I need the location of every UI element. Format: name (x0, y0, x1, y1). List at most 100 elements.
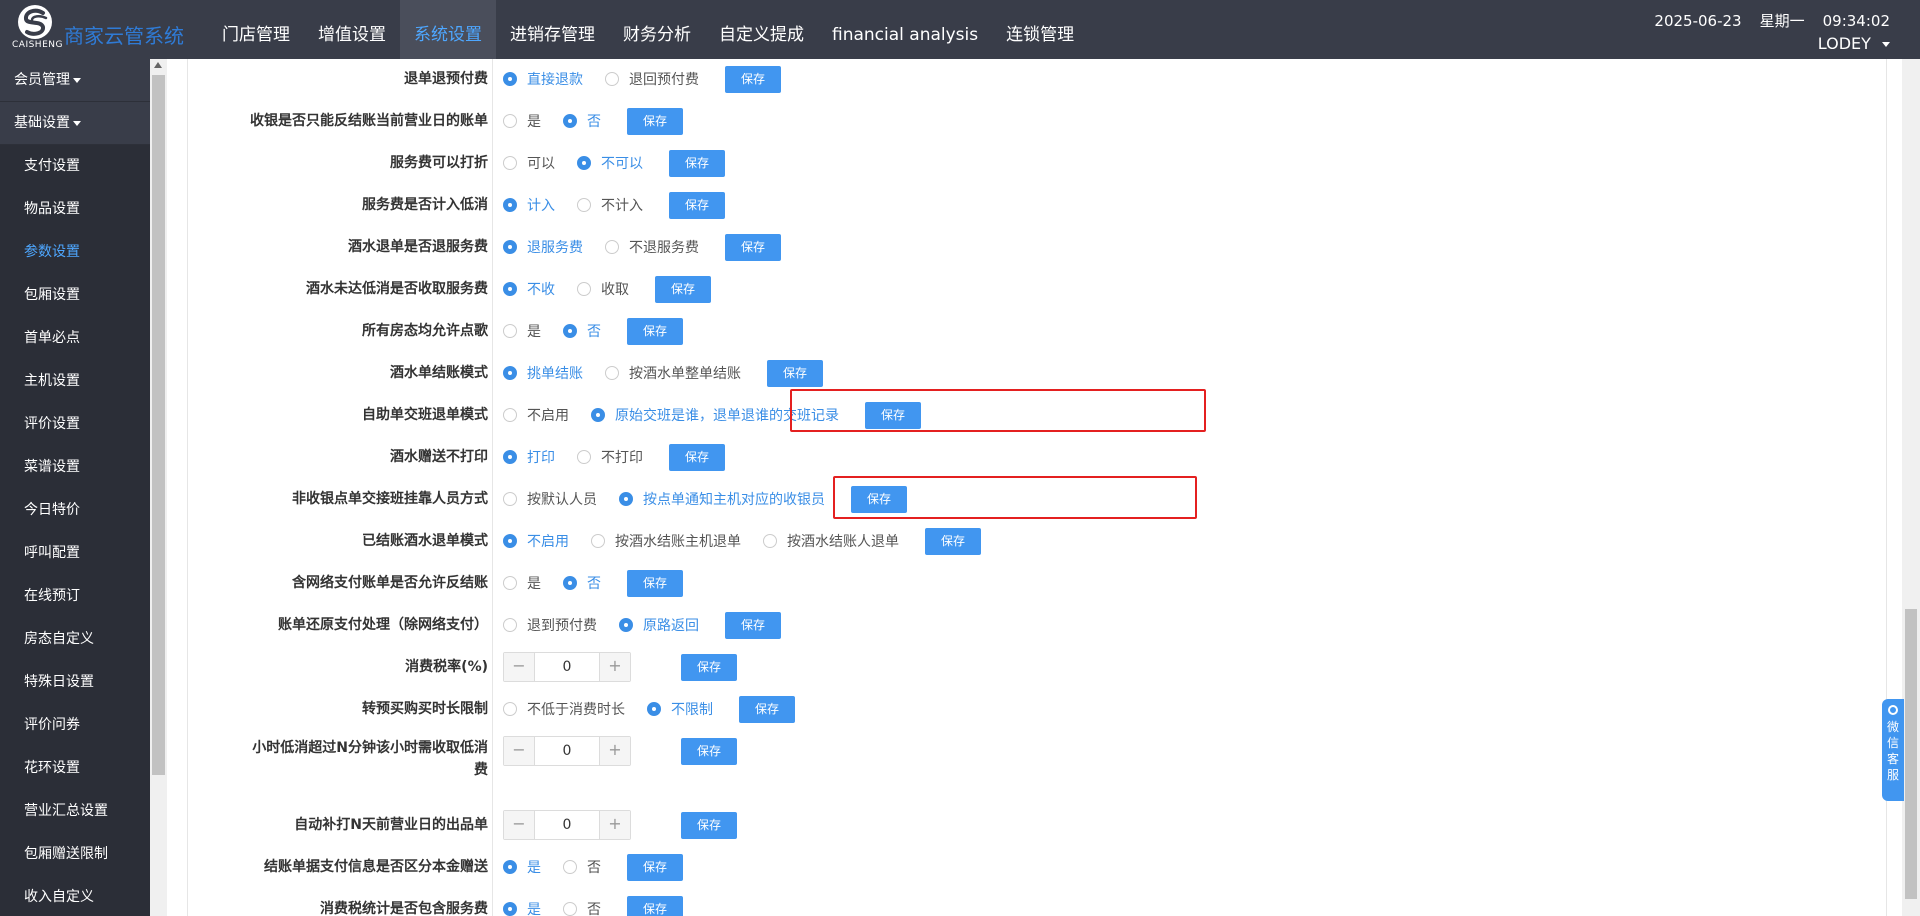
sidebar-scrollbar[interactable] (150, 59, 167, 916)
radio-option[interactable]: 按酒水单整单结账 (605, 363, 741, 383)
minus-button[interactable]: − (504, 737, 534, 765)
nav-custom-commission[interactable]: 自定义提成 (705, 0, 818, 59)
radio-option[interactable]: 原路返回 (619, 615, 699, 635)
stepper-value[interactable]: 0 (534, 737, 600, 765)
save-button[interactable]: 保存 (669, 149, 725, 177)
scroll-up-icon[interactable] (154, 62, 162, 68)
save-button[interactable]: 保存 (725, 65, 781, 93)
radio-option[interactable]: 按点单通知主机对应的收银员 (619, 489, 825, 509)
minus-button[interactable]: − (504, 811, 534, 839)
sidebar-item-daily-special[interactable]: 今日特价 (0, 489, 150, 532)
app-logo[interactable]: CAISHENG (8, 4, 62, 54)
save-button[interactable]: 保存 (681, 811, 737, 839)
radio-option[interactable]: 收取 (577, 279, 629, 299)
save-button[interactable]: 保存 (627, 569, 683, 597)
radio-option[interactable]: 否 (563, 111, 601, 131)
save-button[interactable]: 保存 (627, 853, 683, 881)
save-button[interactable]: 保存 (739, 695, 795, 723)
save-button[interactable]: 保存 (725, 611, 781, 639)
nav-inventory-management[interactable]: 进销存管理 (496, 0, 609, 59)
sidebar-group-basic[interactable]: 基础设置 (0, 102, 150, 145)
stepper-value[interactable]: 0 (534, 811, 600, 839)
sidebar-item-menu[interactable]: 菜谱设置 (0, 446, 150, 489)
sidebar-item-parameters[interactable]: 参数设置 (0, 231, 150, 274)
user-menu[interactable]: LODEY (1818, 34, 1890, 53)
radio-option[interactable]: 可以 (503, 153, 555, 173)
radio-option[interactable]: 直接退款 (503, 69, 583, 89)
sidebar-item-survey[interactable]: 评价问券 (0, 704, 150, 747)
save-button[interactable]: 保存 (627, 895, 683, 916)
nav-financial-analysis-cn[interactable]: 财务分析 (609, 0, 705, 59)
save-button[interactable]: 保存 (681, 653, 737, 681)
radio-option[interactable]: 不收 (503, 279, 555, 299)
save-button[interactable]: 保存 (725, 233, 781, 261)
radio-option[interactable]: 不限制 (647, 699, 713, 719)
save-button[interactable]: 保存 (669, 443, 725, 471)
radio-option[interactable]: 挑单结账 (503, 363, 583, 383)
nav-store-management[interactable]: 门店管理 (208, 0, 304, 59)
radio-option[interactable]: 不启用 (503, 531, 569, 551)
radio-unchecked-icon (605, 240, 619, 254)
sidebar-item-rooms[interactable]: 包厢设置 (0, 274, 150, 317)
sidebar-item-room-status[interactable]: 房态自定义 (0, 618, 150, 661)
radio-option[interactable]: 退服务费 (503, 237, 583, 257)
sidebar-item-custom-income[interactable]: 收入自定义 (0, 876, 150, 916)
sidebar-scroll-thumb[interactable] (152, 75, 165, 775)
radio-option[interactable]: 是 (503, 857, 541, 877)
radio-option[interactable]: 否 (563, 573, 601, 593)
plus-button[interactable]: + (600, 653, 630, 681)
save-button[interactable]: 保存 (925, 527, 981, 555)
nav-chain-management[interactable]: 连锁管理 (992, 0, 1088, 59)
radio-option[interactable]: 退到预付费 (503, 615, 597, 635)
radio-option[interactable]: 否 (563, 857, 601, 877)
sidebar-item-online-booking[interactable]: 在线预订 (0, 575, 150, 618)
sidebar-item-review[interactable]: 评价设置 (0, 403, 150, 446)
page-scrollbar[interactable] (1902, 59, 1920, 916)
sidebar-group-member[interactable]: 会员管理 (0, 59, 150, 102)
radio-option[interactable]: 按酒水结账主机退单 (591, 531, 741, 551)
radio-option[interactable]: 是 (503, 573, 541, 593)
save-button[interactable]: 保存 (681, 737, 737, 765)
plus-button[interactable]: + (600, 811, 630, 839)
nav-system-settings[interactable]: 系统设置 (400, 0, 496, 59)
save-button[interactable]: 保存 (655, 275, 711, 303)
radio-option[interactable]: 不计入 (577, 195, 643, 215)
sidebar-item-garland[interactable]: 花环设置 (0, 747, 150, 790)
nav-financial-analysis[interactable]: financial analysis (818, 0, 992, 59)
radio-label: 直接退款 (527, 72, 583, 88)
wechat-service-tab[interactable]: 微信客服 (1882, 699, 1904, 801)
sidebar-item-special-day[interactable]: 特殊日设置 (0, 661, 150, 704)
radio-option[interactable]: 按酒水结账人退单 (763, 531, 899, 551)
radio-option[interactable]: 否 (563, 321, 601, 341)
save-button[interactable]: 保存 (627, 317, 683, 345)
radio-option[interactable]: 不启用 (503, 405, 569, 425)
nav-value-added-settings[interactable]: 增值设置 (304, 0, 400, 59)
plus-button[interactable]: + (600, 737, 630, 765)
radio-option[interactable]: 是 (503, 111, 541, 131)
radio-option[interactable]: 不低于消费时长 (503, 699, 625, 719)
radio-option[interactable]: 不打印 (577, 447, 643, 467)
radio-option[interactable]: 按默认人员 (503, 489, 597, 509)
radio-option[interactable]: 退回预付费 (605, 69, 699, 89)
sidebar-item-host[interactable]: 主机设置 (0, 360, 150, 403)
stepper-value[interactable]: 0 (534, 653, 600, 681)
save-button[interactable]: 保存 (767, 359, 823, 387)
radio-option[interactable]: 是 (503, 899, 541, 916)
page-scroll-thumb[interactable] (1905, 609, 1917, 899)
radio-option[interactable]: 不可以 (577, 153, 643, 173)
sidebar-item-payment[interactable]: 支付设置 (0, 145, 150, 188)
save-button[interactable]: 保存 (627, 107, 683, 135)
setting-label: 含网络支付账单是否允许反结账 (292, 575, 488, 591)
save-button[interactable]: 保存 (669, 191, 725, 219)
sidebar-item-goods[interactable]: 物品设置 (0, 188, 150, 231)
radio-option[interactable]: 不退服务费 (605, 237, 699, 257)
minus-button[interactable]: − (504, 653, 534, 681)
radio-option[interactable]: 打印 (503, 447, 555, 467)
sidebar-item-room-gift-limit[interactable]: 包厢赠送限制 (0, 833, 150, 876)
radio-option[interactable]: 计入 (503, 195, 555, 215)
radio-option[interactable]: 否 (563, 899, 601, 916)
sidebar-item-call-config[interactable]: 呼叫配置 (0, 532, 150, 575)
sidebar-item-first-order[interactable]: 首单必点 (0, 317, 150, 360)
sidebar-item-business-summary[interactable]: 营业汇总设置 (0, 790, 150, 833)
radio-option[interactable]: 是 (503, 321, 541, 341)
